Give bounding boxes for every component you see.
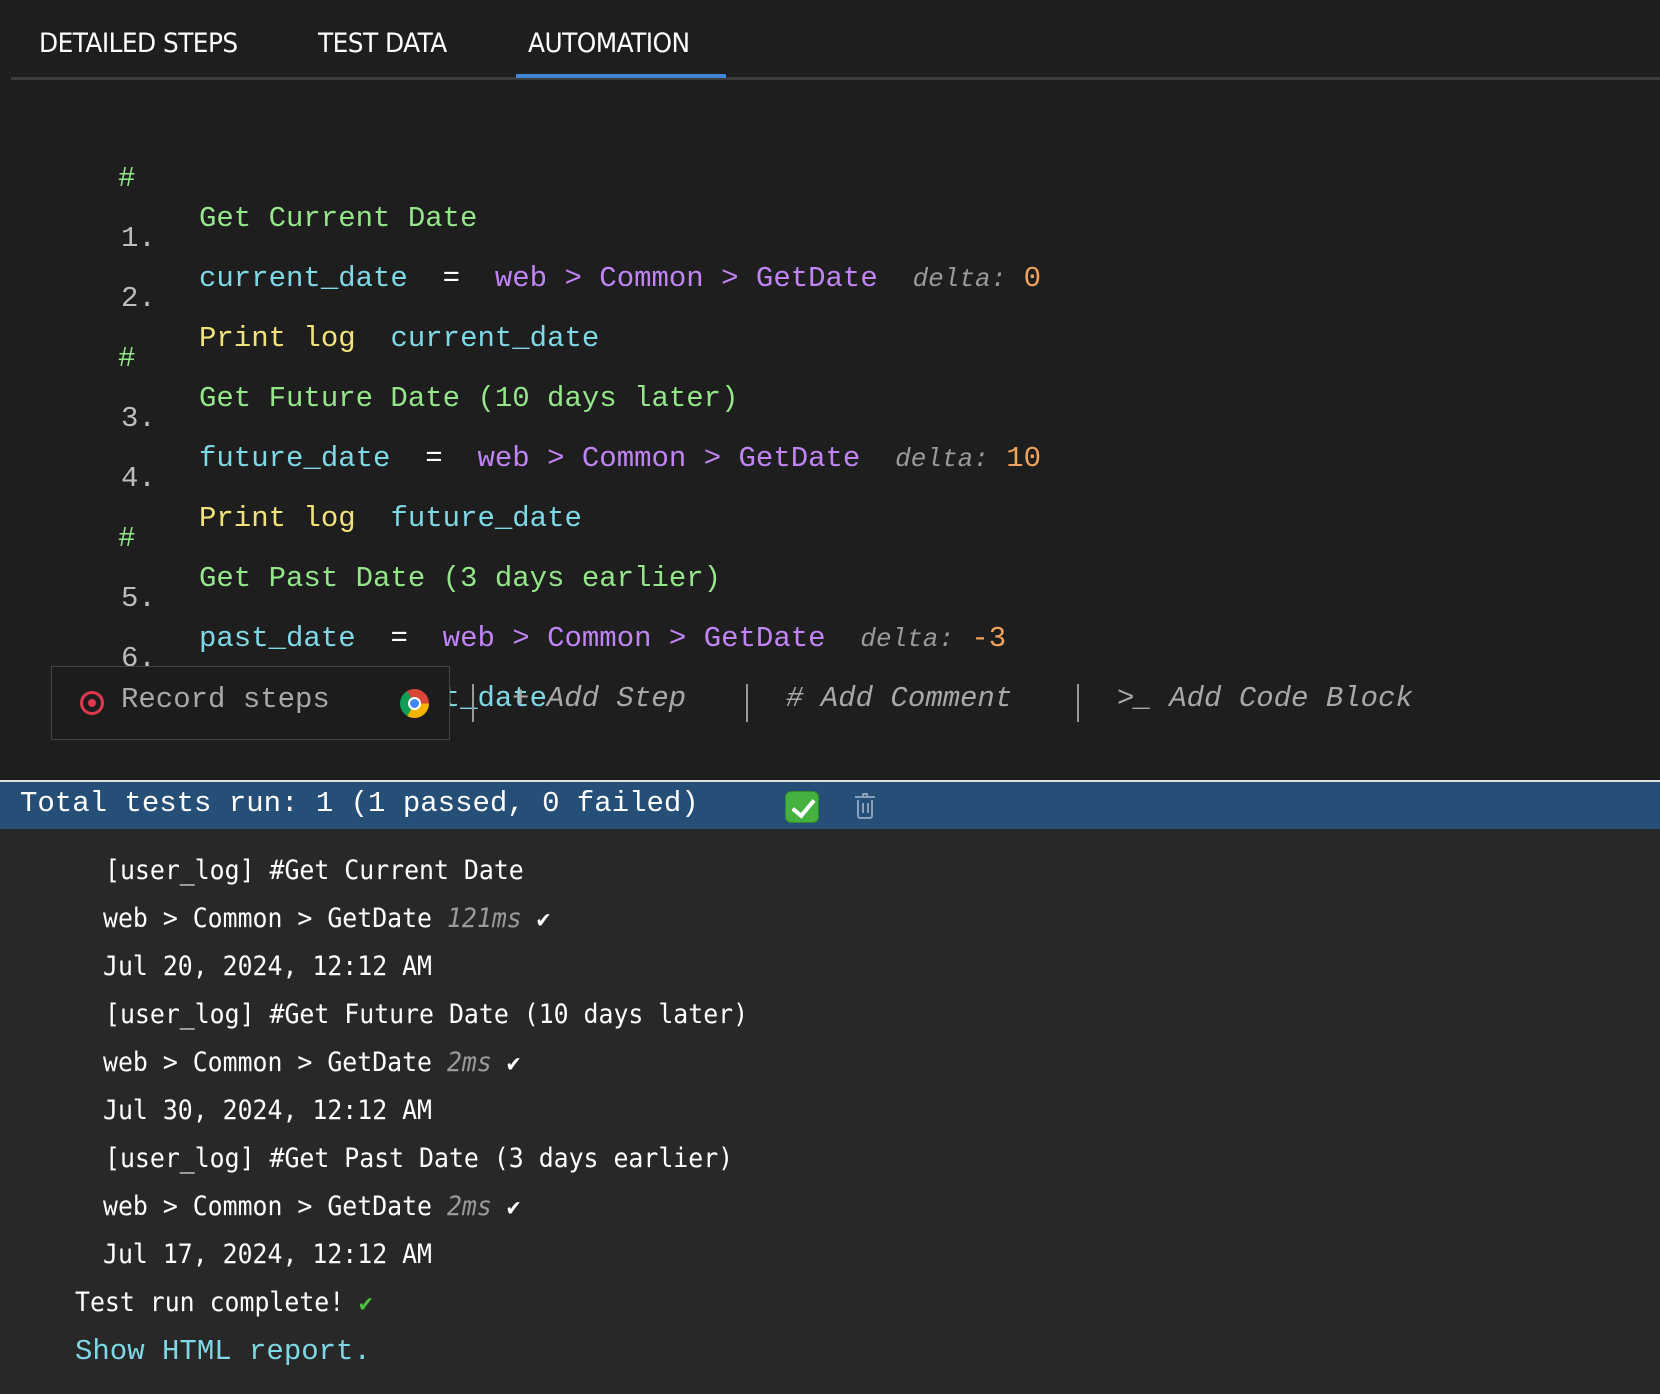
show-html-report-link[interactable]: Show HTML report. (75, 1335, 371, 1368)
step-argument: current_date (390, 322, 600, 355)
step-toolbar: Record steps + Add Step # Add Comment >_… (0, 666, 1660, 742)
step-keyword: Print log (199, 322, 356, 355)
divider (472, 684, 474, 722)
step-row[interactable]: 5. past_date = web > Common > GetDate de… (0, 539, 1006, 655)
log-step-path: web > Common > GetDate (103, 1047, 433, 1078)
divider (746, 684, 748, 722)
chrome-icon[interactable] (400, 689, 429, 718)
step-number: 3. (121, 402, 156, 435)
step-row[interactable]: 6. Print log past_date (0, 599, 547, 715)
step-path: web > Common > GetDate (477, 442, 861, 475)
log-step-path: web > Common > GetDate (103, 903, 433, 934)
param-value[interactable]: -3 (971, 622, 1006, 655)
test-log-output: [user_log] #Get Current Date web > Commo… (0, 829, 1660, 1394)
step-variable: future_date (199, 442, 391, 475)
step-number: 2. (121, 282, 156, 315)
log-line: web > Common > GetDate 2ms ✔ (103, 1191, 520, 1222)
check-badge-icon (785, 791, 819, 823)
check-icon: ✔ (506, 1049, 521, 1077)
comment-marker: # (118, 522, 136, 555)
log-line: web > Common > GetDate 121ms ✔ (103, 903, 550, 934)
tab-detailed-steps[interactable]: DETAILED STEPS (39, 28, 238, 78)
log-line: [user_log] #Get Current Date (105, 855, 524, 886)
comment-row[interactable]: # Get Future Date (10 days later) (0, 299, 739, 415)
tab-bar: DETAILED STEPS TEST DATA AUTOMATION (11, 0, 1660, 80)
add-code-block-button[interactable]: >_ Add Code Block (1117, 682, 1413, 715)
check-icon: ✔ (359, 1289, 373, 1317)
step-number: 5. (121, 582, 156, 615)
record-icon (80, 691, 104, 715)
check-icon: ✔ (536, 905, 551, 933)
step-keyword: Print log (199, 502, 356, 535)
record-steps-label: Record steps (121, 683, 330, 716)
param-label: delta: (912, 264, 1007, 294)
comment-text: Get Future Date (10 days later) (199, 382, 739, 415)
log-duration: 2ms (446, 1191, 492, 1222)
test-complete-message: Test run complete! ✔ (75, 1287, 372, 1318)
step-path: web > Common > GetDate (494, 262, 878, 295)
assign-operator: = (442, 262, 461, 295)
log-line: web > Common > GetDate 2ms ✔ (103, 1047, 520, 1078)
step-variable: past_date (199, 622, 356, 655)
step-row[interactable]: 4. Print log future_date (0, 419, 582, 535)
divider (1077, 684, 1079, 722)
comment-row[interactable]: # Get Past Date (3 days earlier) (0, 479, 721, 595)
log-duration: 121ms (446, 903, 522, 934)
assign-operator: = (390, 622, 408, 655)
param-label: delta: (895, 444, 989, 474)
comment-row[interactable]: # Get Current Date (0, 119, 477, 235)
active-tab-indicator (516, 74, 726, 78)
step-argument: future_date (390, 502, 582, 535)
log-line: Jul 17, 2024, 12:12 AM (103, 1239, 433, 1270)
log-line: [user_log] #Get Future Date (10 days lat… (105, 999, 749, 1030)
assign-operator: = (425, 442, 443, 475)
step-row[interactable]: 1. current_date = web > Common > GetDate… (0, 179, 1041, 295)
step-number: 4. (121, 462, 156, 495)
step-number: 1. (121, 222, 156, 255)
step-row[interactable]: 3. future_date = web > Common > GetDate … (0, 359, 1041, 475)
check-icon: ✔ (506, 1193, 521, 1221)
comment-text: Get Past Date (3 days earlier) (199, 562, 722, 595)
step-variable: current_date (199, 262, 408, 295)
test-summary-bar: Total tests run: 1 (1 passed, 0 failed) (0, 780, 1660, 829)
log-line: Jul 20, 2024, 12:12 AM (103, 951, 433, 982)
add-comment-button[interactable]: # Add Comment (786, 682, 1012, 715)
test-summary: Total tests run: 1 (1 passed, 0 failed) (20, 787, 699, 820)
log-line: Jul 30, 2024, 12:12 AM (103, 1095, 433, 1126)
comment-text: Get Current Date (199, 202, 478, 235)
log-line: [user_log] #Get Past Date (3 days earlie… (105, 1143, 734, 1174)
step-row[interactable]: 2. Print log current_date (0, 239, 599, 355)
add-step-button[interactable]: + Add Step (512, 682, 686, 715)
comment-marker: # (118, 162, 136, 195)
param-value[interactable]: 0 (1024, 262, 1041, 295)
log-duration: 2ms (446, 1047, 492, 1078)
tab-test-data[interactable]: TEST DATA (318, 28, 447, 78)
step-path: web > Common > GetDate (442, 622, 826, 655)
record-steps-button[interactable]: Record steps (51, 666, 450, 740)
log-step-path: web > Common > GetDate (103, 1191, 433, 1222)
trash-icon[interactable] (855, 793, 875, 819)
tab-automation[interactable]: AUTOMATION (528, 28, 690, 78)
complete-text: Test run complete! (75, 1287, 345, 1318)
comment-marker: # (118, 342, 136, 375)
param-value[interactable]: 10 (1006, 442, 1041, 475)
param-label: delta: (860, 624, 954, 654)
